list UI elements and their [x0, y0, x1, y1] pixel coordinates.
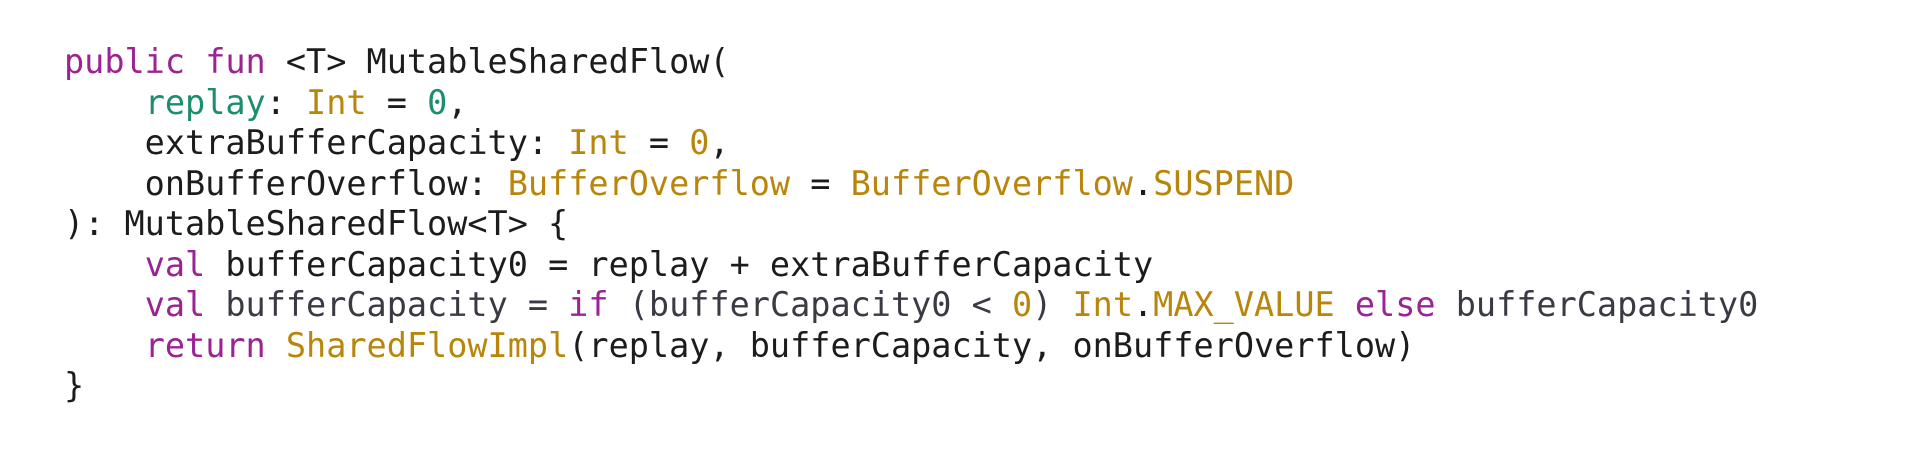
code-token: MAX_VALUE [1153, 285, 1335, 324]
code-token: } [64, 366, 85, 405]
code-token: 0 [1011, 285, 1033, 324]
code-token: val [144, 285, 206, 324]
code-token: Int [306, 82, 367, 122]
code-token: else [1354, 285, 1436, 324]
code-token: = [366, 82, 428, 122]
code-token: onBufferOverflow: [64, 163, 508, 203]
code-token: 0 [689, 123, 710, 162]
code-token: bufferCapacity = [205, 285, 569, 324]
code-token: return [144, 325, 266, 365]
code-token: fun [205, 42, 266, 81]
code-token: Int [1072, 285, 1133, 324]
code-token: = [790, 163, 851, 203]
code-line: return SharedFlowImpl(replay, bufferCapa… [64, 326, 1758, 367]
code-token: bufferCapacity0 = replay + extraBufferCa… [205, 244, 1154, 284]
code-token: . [1132, 163, 1154, 203]
code-token: SharedFlowImpl [285, 325, 569, 365]
code-token: , [709, 123, 730, 162]
code-line: val bufferCapacity0 = replay + extraBuff… [64, 245, 1758, 286]
code-token: , [447, 82, 468, 122]
code-token: val [144, 244, 206, 284]
code-token: 0 [427, 82, 448, 122]
code-token: BufferOverflow [507, 163, 791, 203]
code-line: public fun <T> MutableSharedFlow( [64, 42, 1758, 83]
code-block: public fun <T> MutableSharedFlow( replay… [64, 42, 1758, 407]
code-token: ) [1032, 285, 1073, 324]
code-line: } [64, 366, 1758, 407]
code-token: public [64, 42, 186, 81]
code-token: Int [568, 123, 629, 162]
code-token: replay [144, 82, 266, 122]
code-line: onBufferOverflow: BufferOverflow = Buffe… [64, 164, 1758, 205]
code-token: ): MutableSharedFlow<T> { [64, 204, 569, 243]
code-token: <T> MutableSharedFlow( [265, 42, 730, 81]
code-token: = [628, 123, 690, 162]
code-token: BufferOverflow [850, 163, 1133, 203]
code-line: extraBufferCapacity: Int = 0, [64, 123, 1758, 164]
code-token: bufferCapacity0 [1435, 285, 1759, 324]
code-line: ): MutableSharedFlow<T> { [64, 204, 1758, 245]
code-line: val bufferCapacity = if (bufferCapacity0… [64, 285, 1759, 326]
code-line: replay: Int = 0, [64, 83, 1758, 124]
code-token: SUSPEND [1153, 163, 1295, 203]
code-token: : [265, 82, 307, 122]
code-token: (bufferCapacity0 < [608, 285, 1012, 324]
code-token: . [1133, 285, 1154, 324]
code-token: extraBufferCapacity: [64, 123, 569, 162]
code-token: (replay, bufferCapacity, onBufferOverflo… [568, 325, 1416, 365]
code-token: if [568, 285, 609, 324]
